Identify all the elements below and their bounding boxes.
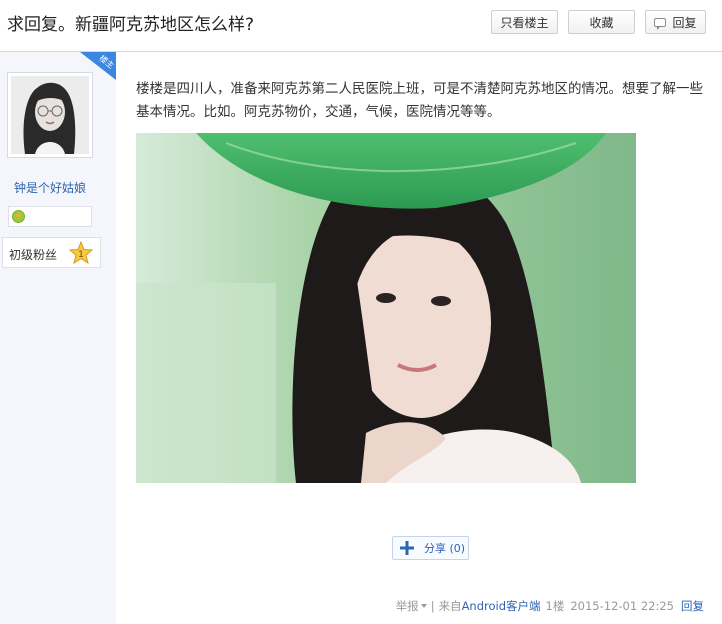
post-image[interactable] <box>136 133 636 483</box>
post-header: 求回复。新疆阿克苏地区怎么样? 只看楼主 收藏 回复 <box>0 0 722 52</box>
member-badges <box>8 206 92 227</box>
reply-button-label: 回复 <box>672 15 697 30</box>
star-icon[interactable]: 1 <box>69 241 93 264</box>
frog-icon[interactable] <box>12 210 25 223</box>
reply-button[interactable]: 回复 <box>645 10 706 34</box>
post-footer: 举报 | 来自 Android客户端 1楼 2015-12-01 22:25 回… <box>396 598 704 614</box>
favorite-button[interactable]: 收藏 <box>568 10 635 34</box>
plus-icon <box>400 541 414 555</box>
op-tag: 楼主 <box>80 52 116 80</box>
source-prefix: 来自 <box>438 599 462 613</box>
report-link[interactable]: 举报 <box>396 598 419 614</box>
author-sidebar: 钟是个好姑娘 初级粉丝 1 <box>0 52 116 624</box>
only-op-button[interactable]: 只看楼主 <box>491 10 558 34</box>
level-info: 初级粉丝 1 <box>2 237 101 268</box>
post-title: 求回复。新疆阿克苏地区怎么样? <box>7 15 255 35</box>
floor-number: 1楼 <box>545 599 565 613</box>
share-label: 分享 (0) <box>424 542 466 555</box>
username-link[interactable]: 钟是个好姑娘 <box>14 179 86 196</box>
share-button[interactable]: 分享 (0) <box>392 536 469 560</box>
footer-separator: | <box>430 599 435 613</box>
post-content: 楼楼是四川人，准备来阿克苏第二人民医院上班，可是不清楚阿克苏地区的情况。想要了解… <box>136 81 703 120</box>
level-number: 1 <box>78 250 84 260</box>
source-link[interactable]: Android客户端 <box>462 598 541 614</box>
speech-bubble-icon <box>654 17 667 30</box>
level-title: 初级粉丝 <box>9 248 58 262</box>
avatar[interactable] <box>7 72 93 158</box>
footer-reply-link[interactable]: 回复 <box>681 598 704 614</box>
avatar-image <box>11 76 89 154</box>
caret-down-icon[interactable] <box>420 603 427 608</box>
post-timestamp: 2015-12-01 22:25 <box>570 599 674 613</box>
